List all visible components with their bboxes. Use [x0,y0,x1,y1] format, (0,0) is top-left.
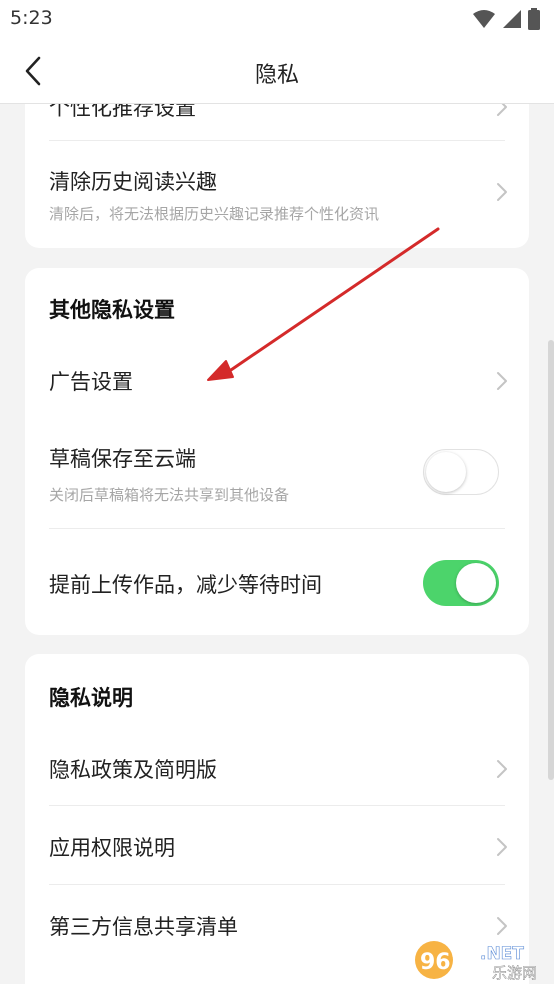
ad-settings-row[interactable]: 广告设置 [25,348,529,412]
status-bar: 5:23 [0,0,554,38]
watermark-logo: 962 .NET 乐游网 [415,941,537,982]
draft-cloud-row: 草稿保存至云端 关闭后草稿箱将无法共享到其他设备 [25,420,529,528]
cellular-signal-icon [503,10,521,28]
toggle-knob [456,563,496,603]
section-title-other-privacy: 其他隐私设置 [49,298,175,322]
chevron-right-icon [497,183,507,201]
preupload-row: 提前上传作品，减少等待时间 [25,529,529,635]
clear-history-subtitle: 清除后，将无法根据历史兴趣记录推荐个性化资讯 [49,205,380,223]
toggle-knob [426,452,466,492]
nav-bar: 隐私 [0,38,554,104]
app-permissions-title: 应用权限说明 [49,836,175,860]
privacy-policy-row[interactable]: 隐私政策及简明版 [25,732,529,804]
chevron-right-icon [497,760,507,778]
ad-settings-title: 广告设置 [49,370,133,394]
draft-cloud-subtitle: 关闭后草稿箱将无法共享到其他设备 [49,486,290,504]
preupload-title: 提前上传作品，减少等待时间 [49,573,322,597]
personalized-recommend-title: 个性化推荐设置 [49,104,196,120]
chevron-right-icon [497,917,507,935]
chevron-right-icon [497,838,507,856]
third-party-sharing-title: 第三方信息共享清单 [49,915,238,939]
chevron-right-icon [497,104,507,116]
privacy-info-card: 隐私说明 隐私政策及简明版 应用权限说明 第三方信息共享清单 [25,654,529,984]
section-title-privacy-info: 隐私说明 [49,686,133,710]
draft-cloud-title: 草稿保存至云端 [49,447,196,471]
privacy-policy-title: 隐私政策及简明版 [49,758,217,782]
status-time: 5:23 [10,7,53,29]
other-privacy-card: 其他隐私设置 广告设置 草稿保存至云端 关闭后草稿箱将无法共享到其他设备 提前上… [25,268,529,635]
status-icons [472,8,540,30]
site-watermark: 962 .NET 乐游网 [412,938,550,982]
clear-history-row[interactable]: 清除历史阅读兴趣 清除后，将无法根据历史兴趣记录推荐个性化资讯 [25,141,529,248]
clear-history-title: 清除历史阅读兴趣 [49,170,217,194]
personalized-card: 个性化推荐设置 清除历史阅读兴趣 清除后，将无法根据历史兴趣记录推荐个性化资讯 [25,104,529,248]
watermark-tld: .NET [480,944,524,964]
app-permissions-row[interactable]: 应用权限说明 [25,806,529,884]
personalized-recommend-row[interactable]: 个性化推荐设置 [25,104,529,140]
watermark-number: 962 [420,950,466,975]
settings-content: 个性化推荐设置 清除历史阅读兴趣 清除后，将无法根据历史兴趣记录推荐个性化资讯 … [0,104,554,984]
page-title: 隐私 [254,63,299,88]
watermark-site: 乐游网 [492,964,537,982]
chevron-right-icon [497,372,507,390]
scrollbar[interactable] [548,340,554,780]
preupload-toggle[interactable] [423,560,499,606]
wifi-icon [473,10,495,28]
battery-icon [528,8,540,30]
draft-cloud-toggle[interactable] [423,449,499,495]
